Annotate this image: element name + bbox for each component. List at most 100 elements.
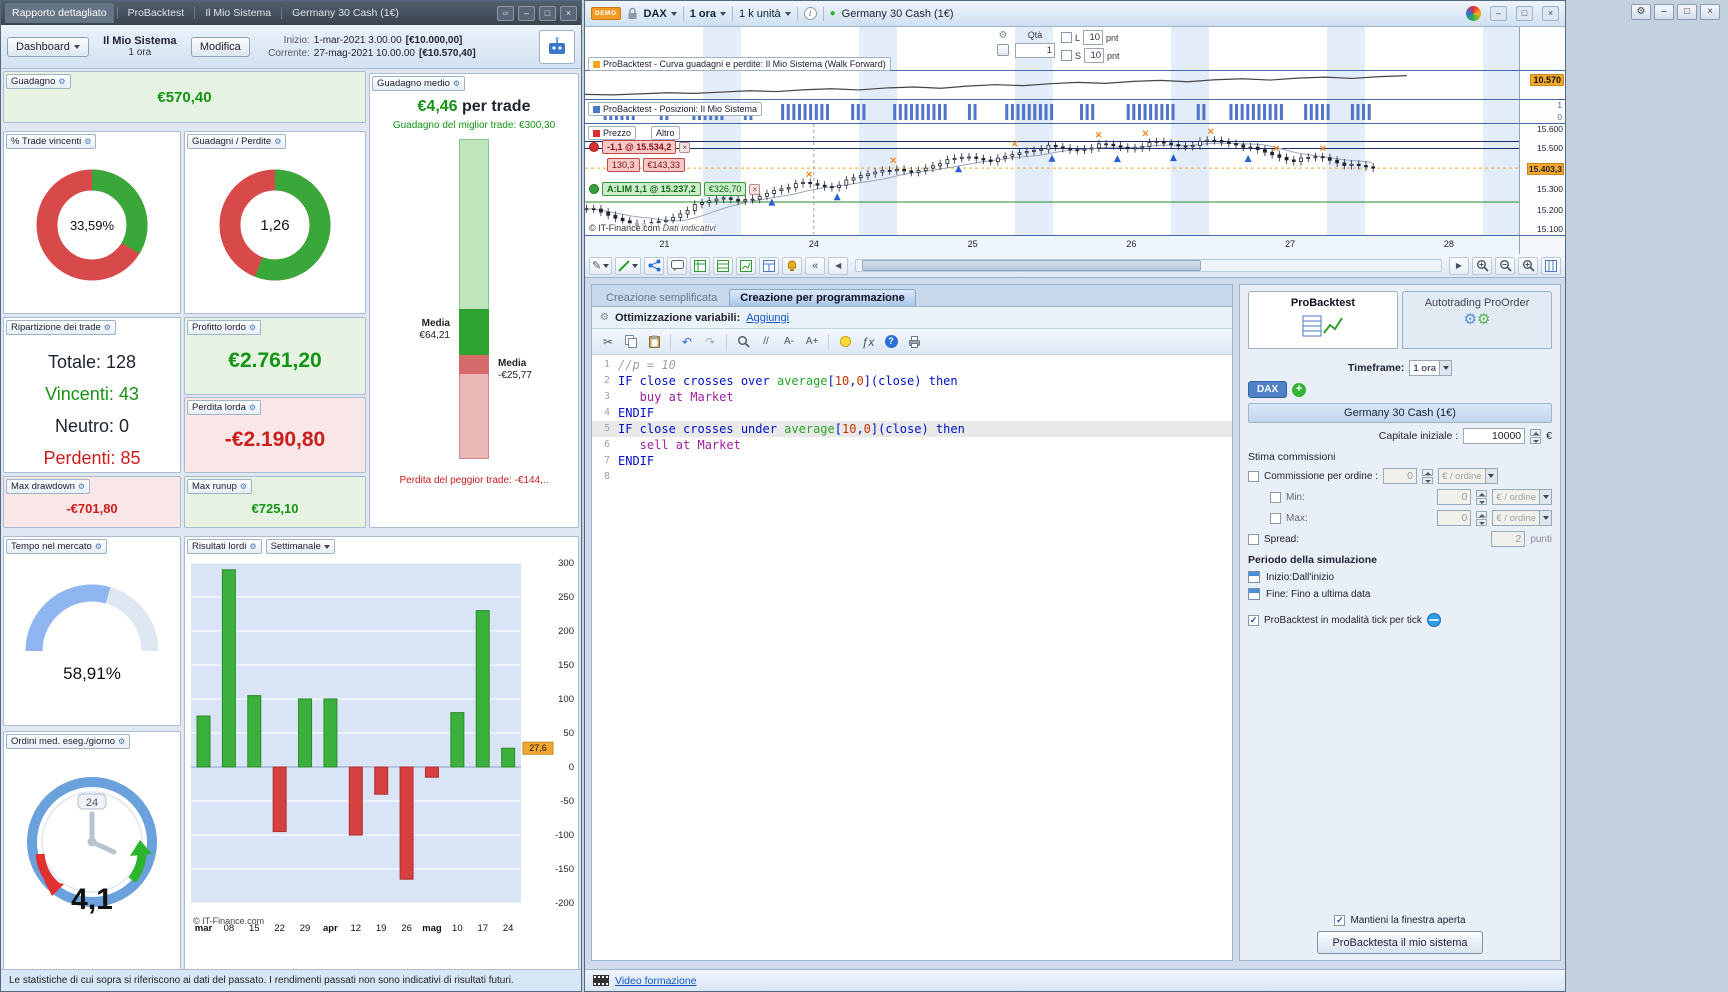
tick-mode-checkbox[interactable]: ✓ [1248,614,1259,626]
timeframe-dropdown[interactable]: 1 ora [690,8,727,20]
tab-simplified-creation[interactable]: Creazione semplificata [596,290,727,306]
panel-avg-gain-header[interactable]: Guadagno medio ⚙ [372,76,466,91]
app-settings-icon[interactable]: ⚙ [1631,4,1651,20]
minimize-icon[interactable]: – [1490,6,1507,21]
close-icon[interactable]: × [1542,6,1559,21]
chart-scrollbar[interactable] [855,259,1442,272]
column-layout-icon[interactable] [1541,256,1561,275]
app-minimize-icon[interactable]: – [1654,4,1674,20]
app-maximize-icon[interactable]: □ [1677,4,1697,20]
close-icon[interactable]: × [560,5,577,21]
panel-gain-loss-header[interactable]: Guadagni / Perdite ⚙ [187,134,287,149]
suggestion-bulb-icon[interactable] [835,332,855,352]
panel-gain-header[interactable]: Guadagno ⚙ [6,74,71,89]
share-icon[interactable] [644,256,665,275]
min-stepper[interactable] [1476,489,1488,505]
orders-table-icon[interactable] [736,256,757,275]
max-input[interactable]: 0 [1437,510,1472,526]
min-unit-select[interactable]: € / ordine [1492,489,1552,505]
help-icon[interactable]: ? [881,332,901,352]
panel-gross-profit-header[interactable]: Profitto lordo ⚙ [187,320,262,335]
buy-order-icon[interactable] [589,184,599,194]
code-line[interactable]: 6 sell at Market [592,437,1232,453]
panel-time-in-market-header[interactable]: Tempo nel mercato ⚙ [6,539,107,554]
tab-rapporto-dettagliato[interactable]: Rapporto dettagliato [5,3,114,23]
zoom-in-icon[interactable] [1518,256,1538,275]
positions-table-icon[interactable] [713,256,734,275]
spread-input[interactable]: 2 [1491,531,1526,547]
scroll-right-icon[interactable]: ▶ [1449,256,1469,275]
panel-max-drawdown-header[interactable]: Max drawdown ⚙ [6,479,91,494]
sell-order-icon[interactable] [589,142,599,152]
font-decrease-icon[interactable]: A- [779,332,799,352]
comment-bubble-icon[interactable] [667,256,688,275]
order-settings-wrench-icon[interactable]: ⚙ [999,30,1008,41]
price-tab[interactable]: Prezzo [588,126,637,140]
panel-win-rate-header[interactable]: % Trade vincenti ⚙ [6,134,97,149]
keep-open-checkbox[interactable]: ✓ [1334,915,1346,926]
long-checkbox[interactable] [1061,32,1072,43]
panel-orders-per-day-header[interactable]: Ordini med. eseg./giorno ⚙ [6,734,131,749]
zoom-out-icon[interactable] [1495,256,1515,275]
undo-icon[interactable]: ↶ [677,332,697,352]
tab-programming-creation[interactable]: Creazione per programmazione [729,289,916,306]
tab-autotrading-proorder[interactable]: Autotrading ProOrder ⚙⚙ [1402,291,1552,349]
panel-max-runup-header[interactable]: Max runup ⚙ [187,479,253,494]
tab-germany-30-cash[interactable]: Germany 30 Cash (1€) [285,3,406,23]
search-icon[interactable] [733,332,753,352]
capital-input[interactable]: 10000 [1463,428,1526,444]
close-order-icon[interactable]: × [679,141,691,153]
short-points-input[interactable]: 10 [1084,48,1105,63]
max-stepper[interactable] [1476,510,1488,526]
cut-icon[interactable]: ✂ [598,332,618,352]
run-backtest-button[interactable]: ProBacktesta il mio sistema [1317,931,1483,954]
other-tab[interactable]: Altro [651,126,680,140]
code-line[interactable]: 4 ENDIF [592,405,1232,421]
code-line[interactable]: 2 IF close crosses over average[10, 0](clo… [592,373,1232,389]
min-input[interactable]: 0 [1437,489,1472,505]
chart-scrollbar-handle[interactable] [862,260,1202,271]
weekly-period-dropdown[interactable]: Settimanale [265,539,335,554]
print-icon[interactable] [904,332,924,352]
wrench-icon[interactable]: ⚙ [600,312,609,323]
minimize-icon[interactable]: – [518,5,535,21]
comment-toggle-icon[interactable]: // [756,332,776,352]
add-variable-link[interactable]: Aggiungi [746,312,789,324]
max-unit-select[interactable]: € / ordine [1492,510,1552,526]
code-line[interactable]: 1//p = 10 [592,357,1232,373]
add-instrument-icon[interactable]: + [1292,382,1307,397]
commission-checkbox[interactable] [1248,470,1259,482]
long-points-input[interactable]: 10 [1083,30,1104,45]
instrument-dropdown[interactable]: DAX [644,8,677,20]
tab-probacktest[interactable]: ProBacktest [121,3,192,23]
period-end-value[interactable]: Fine: Fino a ultima data [1266,589,1371,600]
close-order-icon[interactable]: × [749,183,761,195]
calendar-icon[interactable] [1248,588,1260,600]
functions-icon[interactable]: ƒx [858,332,878,352]
units-dropdown[interactable]: 1 k unità [739,8,791,20]
info-icon[interactable]: i [803,7,817,20]
commission-input[interactable]: 0 [1382,468,1417,484]
positions-tag[interactable]: ProBacktest - Posizioni: Il Mio Sistema [588,102,763,116]
buy-limit-order-tag[interactable]: A:LIM 1,1 @ 15.237,2 [602,182,701,196]
panel-gross-loss-header[interactable]: Perdita lorda ⚙ [187,400,262,415]
equity-curve-tag[interactable]: ProBacktest - Curva guadagni e perdite: … [588,57,891,71]
code-line[interactable]: 3 buy at Market [592,389,1232,405]
modify-button[interactable]: Modifica [190,36,250,57]
period-start-value[interactable]: Inizio:Dall'inizio [1266,572,1334,583]
panel-breakdown-header[interactable]: Ripartizione dei trade ⚙ [6,320,116,335]
timeframe-select[interactable]: 1 ora [1409,360,1453,376]
scroll-left-icon[interactable]: ◀ [828,256,849,275]
copy-icon[interactable] [621,332,641,352]
calculator-icon[interactable] [997,44,1009,56]
dax-chip[interactable]: DAX [1248,381,1288,398]
capital-stepper[interactable] [1530,428,1542,444]
qty-input[interactable]: 1 [1015,43,1055,58]
zoom-select-icon[interactable] [1472,256,1492,275]
backtest-report-icon[interactable] [690,256,711,275]
collapse-left-icon[interactable]: « [805,256,826,275]
code-line[interactable]: 5 IF close crosses under average[10, 0](cl… [592,421,1232,437]
code-area[interactable]: 1//p = 10 2 IF close crosses over average[… [592,355,1232,960]
panel-weekly-header[interactable]: Risultati lordi ⚙ [187,539,262,554]
price-alert-icon[interactable] [782,256,803,275]
